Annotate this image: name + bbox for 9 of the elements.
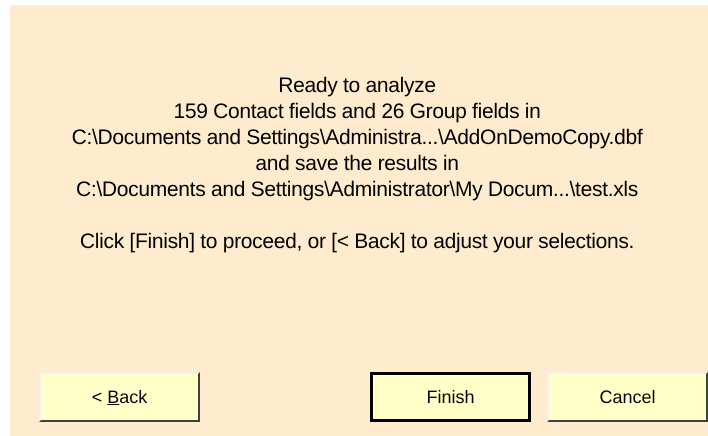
cancel-button[interactable]: Cancel [547, 372, 708, 422]
summary-line: C:\Documents and Settings\Administra...\AddOnDemoCopy.dbf [72, 125, 642, 151]
back-button[interactable]: < Back [39, 372, 200, 422]
instruction-text: Click [Finish] to proceed, or [< Back] to adjust your selections. [80, 229, 634, 255]
summary-line: and save the results in [255, 151, 459, 177]
summary-line: Ready to analyze [278, 73, 436, 99]
summary-line: C:\Documents and Settings\Administrator\My Docum...\test.xls [76, 177, 638, 203]
summary-line: 159 Contact fields and 26 Group fields in [173, 99, 541, 125]
finish-button[interactable]: Finish [370, 372, 531, 422]
